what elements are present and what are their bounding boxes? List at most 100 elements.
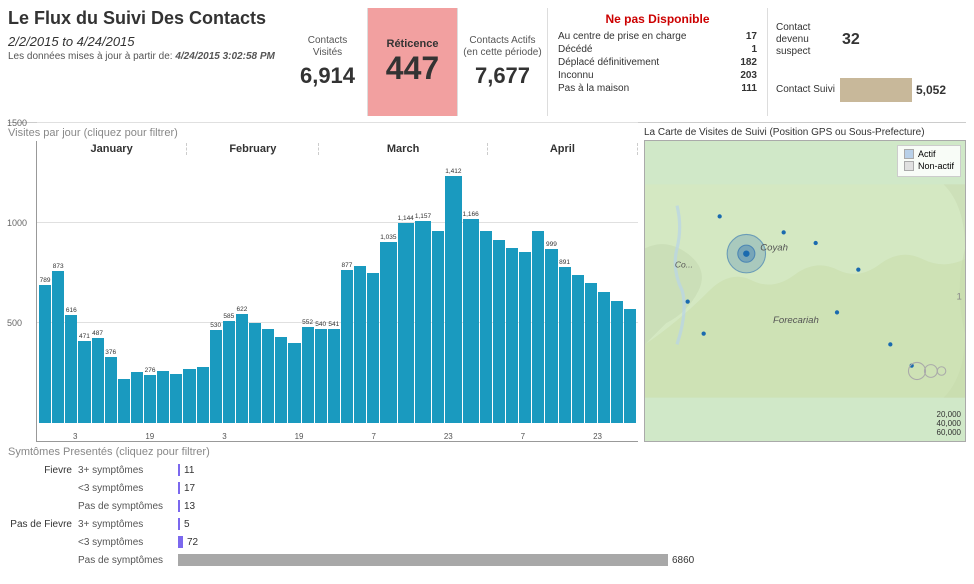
bar-label: 552 [302,319,313,326]
bar-item[interactable] [262,161,274,423]
date-range: 2/2/2015 to 4/24/2015 [8,34,278,49]
bar-item[interactable]: 877 [341,161,353,423]
bar-item[interactable]: 1,166 [463,161,479,423]
bar-item[interactable]: 1,157 [415,161,431,423]
x-axis-label: 23 [444,432,453,441]
bar-item[interactable] [532,161,544,423]
symptom-row[interactable]: Pas de symptômes 6860 [8,552,966,568]
month-april: April [488,143,638,155]
bar-item[interactable]: 789 [39,161,51,423]
bar-item[interactable] [585,161,597,423]
ne-pas-row: Inconnu203 [556,69,759,82]
bar-item[interactable]: 540 [315,161,327,423]
bar-item[interactable] [275,161,287,423]
bar-item[interactable] [197,161,209,423]
bar-item[interactable]: 1,035 [380,161,396,423]
size-label-3: 60,000 [937,428,961,437]
bar [559,267,571,423]
bar [445,176,461,423]
reticence-box[interactable]: Réticence 447 [368,8,458,116]
bar [611,301,623,423]
bar-item[interactable] [131,161,143,423]
chart-area[interactable]: 500 1000 1500 January February March Apr… [36,141,638,442]
bar-item[interactable] [170,161,182,423]
symptom-row[interactable]: Fievre 3+ symptômes 11 [8,462,966,478]
bar [118,379,130,423]
bar [78,341,90,423]
bar-item[interactable]: 471 [78,161,90,423]
bar-item[interactable]: 1,144 [398,161,414,423]
symptom-row[interactable]: Pas de Fievre 3+ symptômes 5 [8,516,966,532]
map-section: La Carte de Visites de Suivi (Position G… [644,127,966,442]
symptom-row[interactable]: <3 symptômes 72 [8,534,966,550]
top-row: Le Flux du Suivi Des Contacts 2/2/2015 t… [8,8,966,123]
bar-item[interactable] [624,161,636,423]
map-area[interactable]: Coyah Co... Forecariah 1 [644,140,966,442]
bar-item[interactable]: 1,412 [445,161,461,423]
bar-item[interactable] [519,161,531,423]
size-label-2: 40,000 [937,419,961,428]
month-march: March [319,143,487,155]
x-axis-label: 3 [222,432,226,441]
contacts-visites-box[interactable]: Contacts Visités 6,914 [288,8,368,116]
bar [463,219,479,423]
bar [52,271,64,423]
bar-label: 789 [40,277,51,284]
symptom-row[interactable]: <3 symptômes 17 [8,480,966,496]
bar-item[interactable]: 541 [328,161,340,423]
x-axis: 319319723723 [37,432,638,441]
bar-label: 1,157 [415,213,431,220]
bar-item[interactable] [354,161,366,423]
ne-pas-row: Pas à la maison111 [556,82,759,95]
bar-item[interactable]: 376 [105,161,117,423]
bar-item[interactable] [157,161,169,423]
bar-item[interactable] [118,161,130,423]
bars-container: 789 873 616 471 487 376 276 530 [37,161,638,423]
x-axis-label: 19 [145,432,154,441]
bar [480,231,492,423]
contact-suivi-bar [840,78,912,102]
bar-item[interactable]: 276 [144,161,156,423]
symptoms-grid[interactable]: Fievre 3+ symptômes 11 <3 symptômes 17 P… [8,462,966,568]
bar-item[interactable] [598,161,610,423]
legend-actif: Actif [904,149,954,159]
chart-section[interactable]: Visites par jour (cliquez pour filtrer) … [8,127,638,442]
contacts-visites-label: Contacts Visités [292,35,363,59]
ne-pas-section: Ne pas Disponible Au centre de prise en … [548,8,768,116]
bar-item[interactable] [432,161,444,423]
bar-item[interactable]: 622 [236,161,248,423]
bar-item[interactable] [367,161,379,423]
bar [197,367,209,423]
bar-item[interactable]: 585 [223,161,235,423]
bar-item[interactable] [572,161,584,423]
bar-item[interactable] [183,161,195,423]
bar-item[interactable]: 891 [559,161,571,423]
bar-item[interactable] [288,161,300,423]
bar-label: 1,166 [463,211,479,218]
bar-item[interactable] [611,161,623,423]
contacts-actifs-box[interactable]: Contacts Actifs (en cette période) 7,677 [458,8,548,116]
bar-item[interactable]: 530 [210,161,222,423]
symptom-row[interactable]: Pas de symptômes 13 [8,498,966,514]
reticence-label: Réticence [387,38,439,50]
ne-pas-row: Au centre de prise en charge17 [556,30,759,43]
bar-item[interactable] [506,161,518,423]
bar-item[interactable]: 552 [302,161,314,423]
bar-item[interactable]: 999 [545,161,557,423]
symptom-subcategory: 3+ symptômes [78,519,178,530]
legend-actif-label: Actif [918,149,936,159]
bar-item[interactable] [493,161,505,423]
bar [275,337,287,423]
symptom-bar-wrap: 17 [178,482,966,494]
bar-label: 487 [92,330,103,337]
symptom-category: Pas de Fievre [8,519,78,530]
bar-item[interactable]: 487 [92,161,104,423]
bar-item[interactable] [249,161,261,423]
bar-item[interactable]: 616 [65,161,77,423]
bar [585,283,597,423]
bar [39,285,51,423]
bar-item[interactable]: 873 [52,161,64,423]
bar [506,248,518,423]
bar-item[interactable] [480,161,492,423]
symptom-subcategory: Pas de symptômes [78,501,178,512]
